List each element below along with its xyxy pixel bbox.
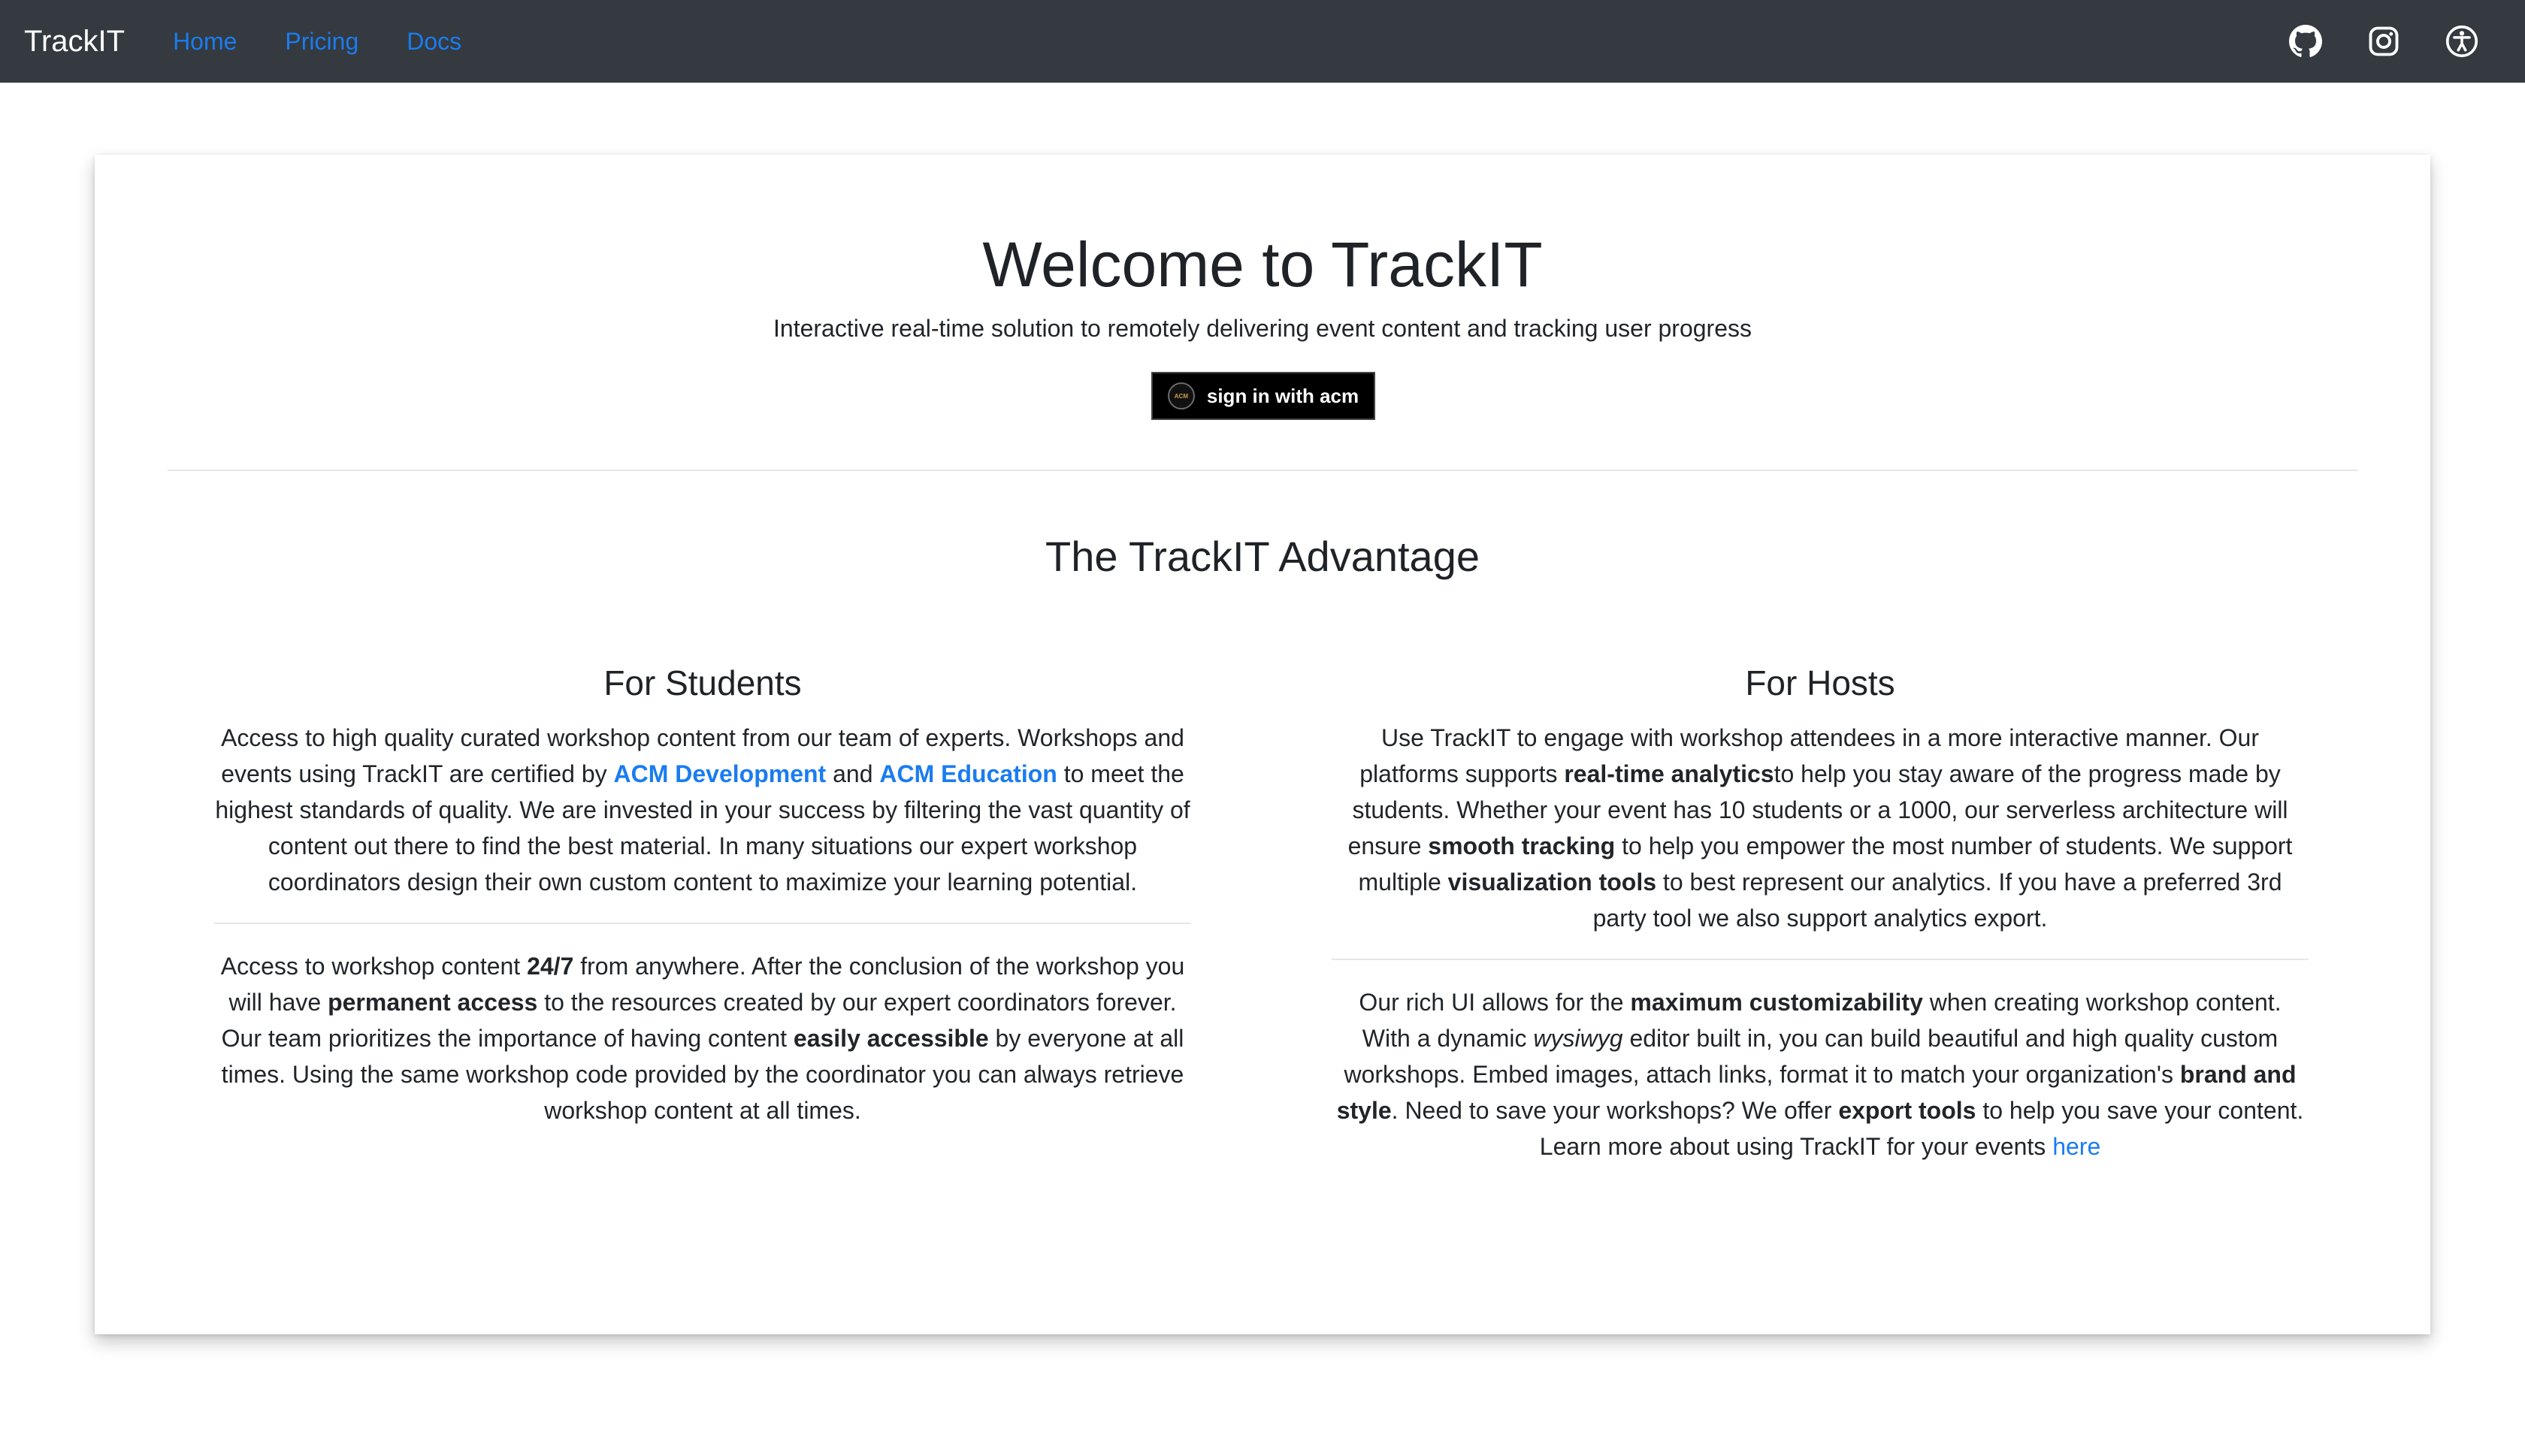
hosts-divider	[1332, 959, 2309, 960]
main-card: Welcome to TrackIT Interactive real-time…	[95, 155, 2430, 1334]
page-title: Welcome to TrackIT	[982, 229, 1543, 300]
acm-education-link[interactable]: ACM Education	[879, 760, 1057, 787]
hosts-paragraph-2: Our rich UI allows for the maximum custo…	[1332, 984, 2309, 1164]
text-span: to best represent our analytics. If you …	[1592, 868, 2282, 932]
students-paragraph-2: Access to workshop content 24/7 from any…	[214, 948, 1191, 1128]
github-icon[interactable]	[2288, 23, 2324, 59]
acm-logo-icon: ACM	[1167, 382, 1195, 409]
nav-link-home[interactable]: Home	[173, 28, 237, 56]
students-column: For Students Access to high quality cura…	[214, 663, 1191, 1128]
top-navbar: TrackIT Home Pricing Docs	[0, 0, 2525, 83]
bold-text: visualization tools	[1447, 868, 1657, 896]
bold-text: easily accessible	[793, 1025, 989, 1052]
instagram-icon[interactable]	[2366, 23, 2402, 59]
sign-in-acm-button[interactable]: ACM sign in with acm	[1151, 372, 1375, 420]
hosts-column: For Hosts Use TrackIT to engage with wor…	[1332, 663, 2309, 1164]
hero-subtitle: Interactive real-time solution to remote…	[773, 315, 1752, 342]
advantage-title: The TrackIT Advantage	[1045, 533, 1480, 580]
students-title: For Students	[603, 663, 802, 702]
bold-text: maximum customizability	[1630, 989, 1923, 1016]
text-span: Access to workshop content	[220, 953, 528, 980]
nav-link-pricing[interactable]: Pricing	[285, 28, 358, 56]
italic-text: wysiwyg	[1533, 1025, 1623, 1052]
bold-text: smooth tracking	[1428, 832, 1616, 859]
accessibility-icon[interactable]	[2444, 23, 2480, 59]
text-span: and	[826, 760, 880, 787]
bold-text: real-time analytics	[1564, 760, 1774, 787]
brand-logo-link[interactable]: TrackIT	[24, 25, 125, 59]
learn-more-here-link[interactable]: here	[2052, 1133, 2100, 1160]
nav-link-docs[interactable]: Docs	[407, 28, 461, 56]
students-paragraph-1: Access to high quality curated workshop …	[214, 720, 1191, 900]
section-divider	[168, 470, 2357, 471]
sign-in-label: sign in with acm	[1206, 384, 1359, 407]
hosts-paragraph-1: Use TrackIT to engage with workshop atte…	[1332, 720, 2309, 936]
acm-development-link[interactable]: ACM Development	[614, 760, 827, 787]
students-divider	[214, 923, 1191, 924]
bold-text: export tools	[1838, 1097, 1976, 1124]
text-span: . Need to save your workshops? We offer	[1391, 1097, 1839, 1124]
text-span: Our rich UI allows for the	[1359, 989, 1631, 1016]
hosts-title: For Hosts	[1745, 663, 1895, 702]
bold-text: permanent access	[328, 989, 538, 1016]
bold-text: 24/7	[527, 953, 574, 980]
